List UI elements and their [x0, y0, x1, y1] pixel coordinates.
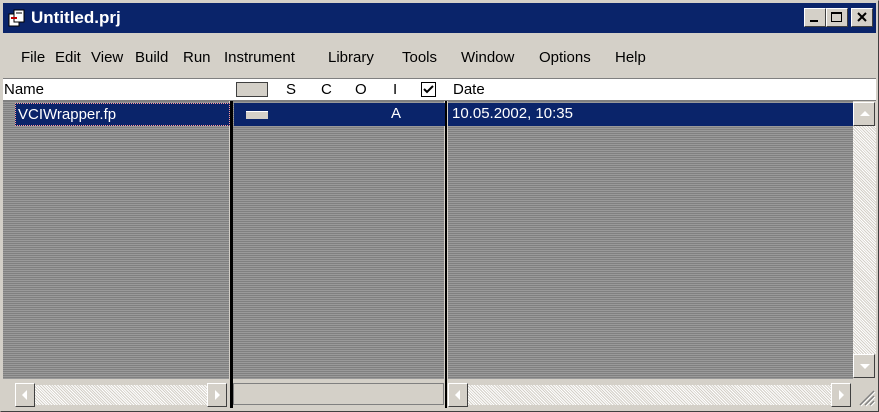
column-date-header[interactable]: Date — [453, 81, 485, 98]
close-button[interactable] — [851, 8, 873, 27]
maximize-button[interactable] — [826, 8, 848, 27]
arrow-right-icon — [839, 390, 844, 400]
column-header-row: Name S C O I Date — [3, 78, 876, 101]
scroll-up-button[interactable] — [853, 102, 875, 126]
date-scroll-left-button[interactable] — [448, 383, 468, 407]
minimize-icon — [810, 20, 818, 22]
arrow-up-icon — [860, 111, 870, 116]
column-o-header[interactable]: O — [355, 81, 367, 98]
menu-view[interactable]: View — [91, 49, 123, 66]
select-all-box[interactable] — [236, 82, 268, 97]
column-s-header[interactable]: S — [286, 81, 296, 98]
scroll-down-button[interactable] — [853, 354, 875, 378]
close-icon — [856, 10, 868, 29]
date-horizontal-scrollbar[interactable] — [448, 379, 853, 408]
name-column-panel — [3, 101, 229, 379]
title-bar[interactable]: Untitled.prj — [3, 3, 876, 33]
name-scroll-left-button[interactable] — [15, 383, 35, 407]
menu-bar: File Edit View Build Run Instrument Libr… — [3, 34, 876, 78]
file-status-bar — [246, 111, 268, 119]
project-window: Untitled.prj File Edit View Build Run In… — [0, 0, 879, 412]
file-row-status[interactable]: A — [234, 103, 445, 126]
menu-edit[interactable]: Edit — [55, 49, 81, 66]
menu-help[interactable]: Help — [615, 49, 646, 66]
date-column-panel — [448, 101, 853, 379]
file-date: 10.05.2002, 10:35 — [452, 105, 573, 122]
resize-grip-icon[interactable] — [854, 381, 876, 407]
name-horizontal-scrollbar[interactable] — [3, 379, 229, 408]
window-title: Untitled.prj — [31, 8, 121, 27]
maximize-icon — [831, 12, 842, 22]
file-row-name[interactable]: VCIWrapper.fp — [15, 103, 230, 126]
minimize-button[interactable] — [804, 8, 826, 27]
menu-build[interactable]: Build — [135, 49, 168, 66]
column-divider-right[interactable] — [445, 101, 447, 408]
file-name: VCIWrapper.fp — [18, 106, 117, 123]
file-flag: A — [391, 105, 402, 122]
column-name-header[interactable]: Name — [4, 81, 44, 98]
arrow-down-icon — [860, 364, 870, 369]
column-i-header[interactable]: I — [393, 81, 397, 98]
name-scroll-right-button[interactable] — [207, 383, 227, 407]
checkbox-checked-icon[interactable] — [421, 82, 436, 97]
menu-tools[interactable]: Tools — [402, 49, 437, 66]
arrow-left-icon — [22, 390, 27, 400]
status-column-panel — [233, 101, 444, 379]
menu-options[interactable]: Options — [539, 49, 591, 66]
status-scroll-area — [233, 379, 445, 408]
project-icon — [8, 9, 26, 27]
arrow-right-icon — [215, 390, 220, 400]
arrow-left-icon — [455, 390, 460, 400]
vertical-scrollbar[interactable] — [853, 101, 876, 379]
menu-instrument[interactable]: Instrument — [224, 49, 295, 66]
column-c-header[interactable]: C — [321, 81, 332, 98]
menu-run[interactable]: Run — [183, 49, 211, 66]
menu-library[interactable]: Library — [328, 49, 374, 66]
menu-file[interactable]: File — [21, 49, 45, 66]
column-divider-left[interactable] — [230, 101, 233, 408]
file-row-date[interactable]: 10.05.2002, 10:35 — [448, 103, 853, 126]
menu-window[interactable]: Window — [461, 49, 514, 66]
date-scroll-right-button[interactable] — [831, 383, 851, 407]
